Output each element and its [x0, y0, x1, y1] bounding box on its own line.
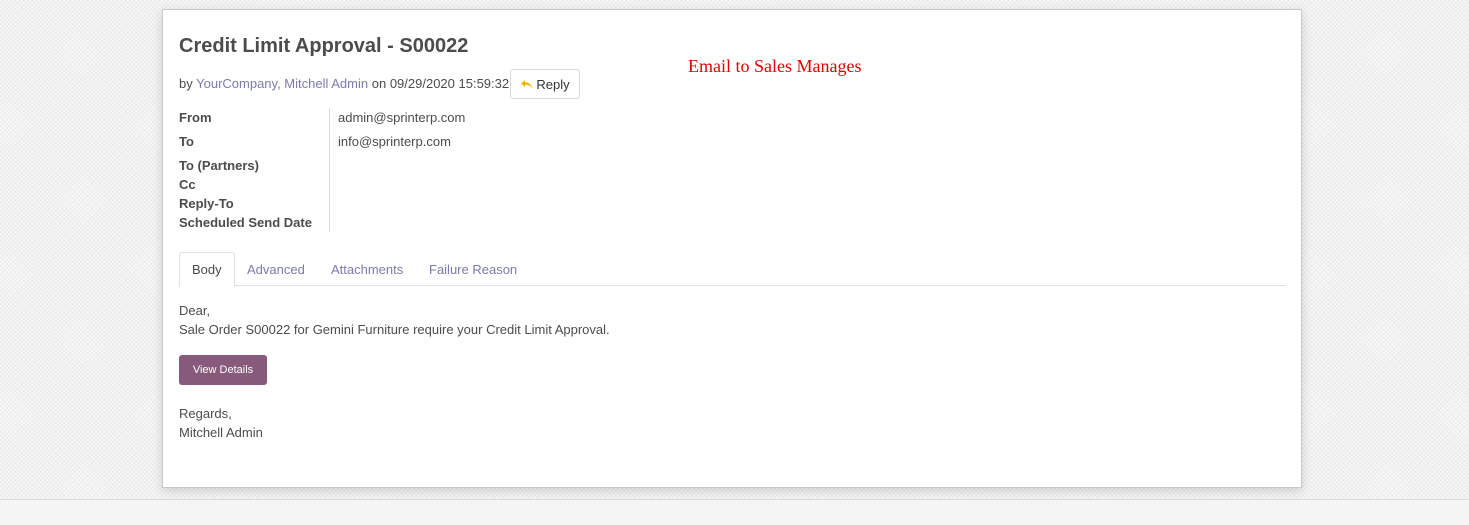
- body-greeting: Dear,: [179, 303, 211, 318]
- reply-arrow-icon: [520, 79, 533, 90]
- footer-band: [0, 499, 1469, 525]
- from-field[interactable]: admin@sprinterp.com: [338, 110, 465, 125]
- author-link[interactable]: YourCompany, Mitchell Admin: [196, 76, 368, 91]
- body-signature: Mitchell Admin: [179, 425, 263, 440]
- mail-message-form: Credit Limit Approval - S00022 by YourCo…: [162, 9, 1302, 488]
- reply-to-label: Reply-To: [179, 196, 234, 211]
- from-label: From: [179, 110, 212, 125]
- tab-advanced[interactable]: Advanced: [235, 252, 317, 286]
- view-details-button[interactable]: View Details: [179, 355, 267, 385]
- message-byline: by YourCompany, Mitchell Admin on 09/29/…: [179, 76, 509, 91]
- tab-body[interactable]: Body: [179, 252, 235, 287]
- byline-on: on: [371, 76, 387, 91]
- field-divider: [329, 108, 330, 232]
- to-label: To: [179, 134, 194, 149]
- to-field[interactable]: info@sprinterp.com: [338, 134, 451, 149]
- reply-button[interactable]: Reply: [510, 69, 580, 99]
- notebook-tabs: Body Advanced Attachments Failure Reason: [179, 252, 1286, 287]
- message-header-fields: From admin@sprinterp.com To info@sprinte…: [179, 108, 779, 234]
- body-closing: Regards,: [179, 406, 232, 421]
- scheduled-send-date-label: Scheduled Send Date: [179, 215, 312, 230]
- reply-button-label: Reply: [536, 76, 570, 92]
- byline-prefix: by: [179, 76, 193, 91]
- tab-attachments[interactable]: Attachments: [319, 252, 415, 286]
- annotation-label: Email to Sales Manages: [688, 56, 862, 76]
- tab-failure-reason[interactable]: Failure Reason: [417, 252, 529, 286]
- to-partners-label: To (Partners): [179, 158, 259, 173]
- page-title: Credit Limit Approval - S00022: [179, 35, 469, 57]
- body-line: Sale Order S00022 for Gemini Furniture r…: [179, 322, 610, 337]
- cc-label: Cc: [179, 177, 196, 192]
- message-date: 09/29/2020 15:59:32: [389, 76, 510, 91]
